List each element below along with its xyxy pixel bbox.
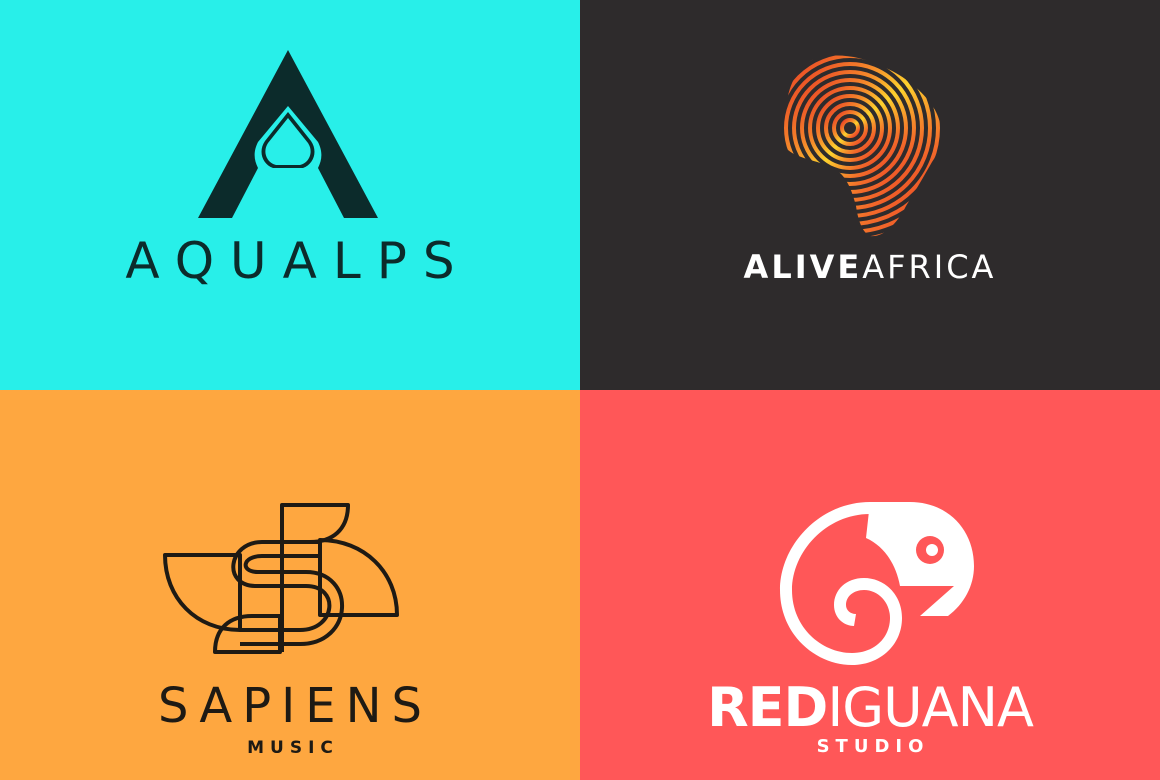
wordmark-light: AFRICA bbox=[862, 248, 997, 286]
chameleon-icon bbox=[780, 502, 974, 665]
red-iguana-subline: STUDIO bbox=[816, 736, 930, 757]
red-iguana-panel: REDIGUANA STUDIO bbox=[580, 390, 1160, 780]
line-s-leaf-icon bbox=[163, 503, 399, 654]
red-iguana-wordmark: REDIGUANA bbox=[580, 676, 1160, 739]
wordmark-light: IGUANA bbox=[827, 676, 1034, 739]
sapiens-music-panel: SAPIENS MUSIC bbox=[0, 390, 580, 780]
aqualps-panel: AQUALPS bbox=[0, 0, 580, 390]
wordmark-bold: ALIVE bbox=[743, 248, 863, 286]
wordmark-bold: RED bbox=[707, 676, 828, 739]
fingerprint-africa-icon bbox=[781, 55, 942, 237]
logo-grid: AQUALPS ALIVEAFRICA SAPIENS MUSIC REDIGU… bbox=[0, 0, 1160, 780]
aqualps-wordmark: AQUALPS bbox=[125, 232, 471, 290]
sapiens-subline: MUSIC bbox=[247, 738, 339, 758]
sapiens-wordmark: SAPIENS bbox=[158, 678, 432, 734]
alive-africa-panel: ALIVEAFRICA bbox=[580, 0, 1160, 390]
alive-africa-wordmark: ALIVEAFRICA bbox=[580, 248, 1160, 286]
water-drop-a-icon bbox=[198, 50, 378, 218]
